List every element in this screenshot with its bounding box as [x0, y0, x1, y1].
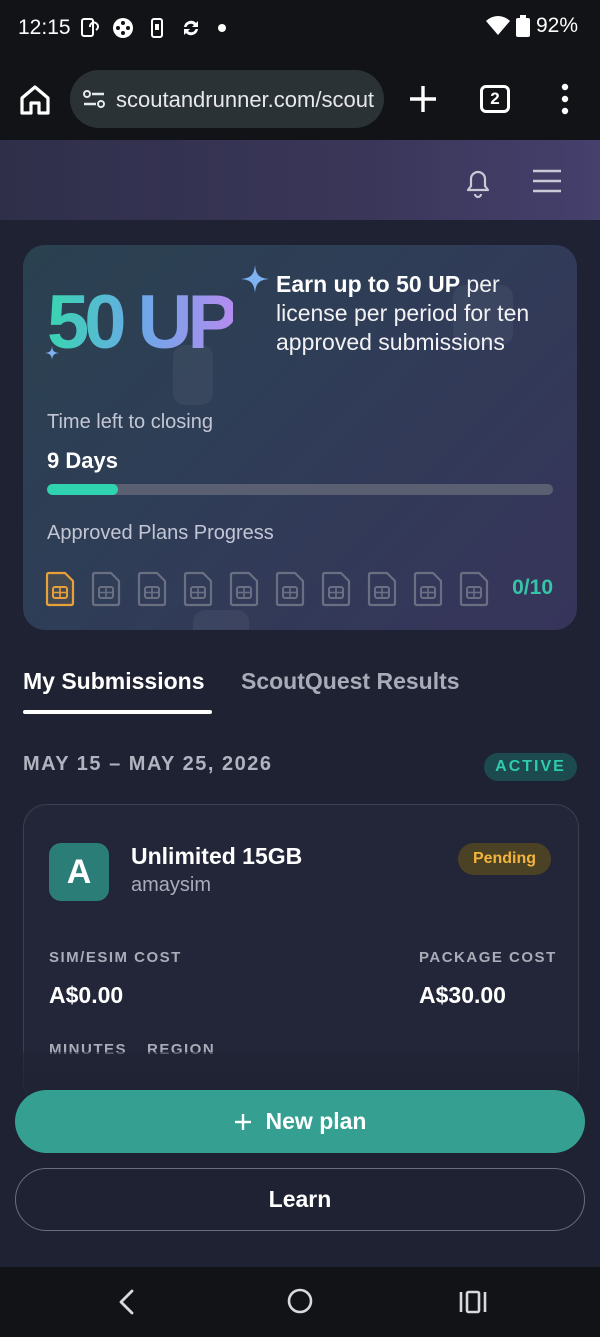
bottom-fade-overlay [0, 1052, 600, 1267]
hamburger-menu-icon[interactable] [530, 167, 564, 195]
promo-headline: Earn up to 50 UP per license per period … [276, 270, 566, 357]
browser-toolbar: scoutandrunner.com/scout 2 [0, 58, 600, 140]
sim-cost-value: A$0.00 [49, 982, 124, 1008]
promo-card: 50 UP Earn up to 50 UP per license per p… [23, 245, 577, 630]
promo-headline-bold: Earn up to 50 UP [276, 271, 461, 297]
notification-dot-icon [218, 24, 226, 32]
sim-slot-empty-icon [321, 571, 351, 607]
recent-apps-icon[interactable] [458, 1289, 488, 1315]
address-bar[interactable]: scoutandrunner.com/scout [70, 70, 384, 128]
home-icon[interactable] [18, 84, 52, 116]
approved-plans-label: Approved Plans Progress [47, 522, 274, 544]
new-plan-label: New plan [265, 1108, 367, 1134]
package-cost-label: PACKAGE COST [419, 949, 557, 966]
battery-percent: 92% [535, 14, 578, 37]
sync-icon [184, 20, 198, 36]
time-left-label: Time left to closing [47, 411, 213, 433]
time-progress-bar [47, 484, 553, 495]
sim-slot-empty-icon [413, 571, 443, 607]
status-badge: ACTIVE [484, 753, 577, 781]
sparkle-icon [241, 265, 269, 293]
back-icon[interactable] [114, 1287, 140, 1317]
tab-scoutquest-results[interactable]: ScoutQuest Results [241, 668, 460, 695]
status-notification-icons [78, 17, 226, 39]
period-date-range: MAY 15 – MAY 25, 2026 [23, 753, 273, 775]
site-settings-icon[interactable] [82, 87, 106, 111]
tab-switcher-button[interactable]: 2 [480, 85, 510, 113]
plan-name: Unlimited 15GB [131, 843, 303, 869]
sim-slot-empty-icon [275, 571, 305, 607]
tab-my-submissions[interactable]: My Submissions [23, 668, 204, 695]
plan-provider: amaysim [131, 874, 212, 896]
sim-progress-row [45, 571, 489, 607]
home-circle-icon[interactable] [286, 1287, 314, 1315]
plus-icon [234, 1113, 251, 1130]
promo-background-decor [193, 610, 249, 630]
provider-avatar: A [49, 843, 109, 901]
package-cost-value: A$30.00 [419, 982, 506, 1008]
wifi-icon [485, 16, 510, 35]
browser-menu-icon[interactable] [558, 82, 572, 116]
battery-icon [515, 15, 530, 37]
url-text[interactable]: scoutandrunner.com/scout [116, 87, 374, 113]
approved-count: 0/10 [512, 576, 553, 599]
new-plan-button[interactable]: New plan [15, 1090, 585, 1153]
phone-sync-icon [81, 18, 99, 37]
sim-slot-empty-icon [229, 571, 259, 607]
pending-badge: Pending [458, 843, 551, 875]
device-icon [151, 18, 163, 38]
sim-cost-label: SIM/ESIM COST [49, 949, 182, 966]
sim-slot-empty-icon [137, 571, 167, 607]
system-nav-bar [0, 1267, 600, 1337]
new-tab-icon[interactable] [406, 82, 440, 116]
sim-slot-empty-icon [183, 571, 213, 607]
sim-slot-filled-icon [45, 571, 75, 607]
sim-slot-empty-icon [459, 571, 489, 607]
site-header [0, 140, 600, 220]
status-bar: 12:15 92% [0, 0, 600, 58]
learn-button[interactable]: Learn [15, 1168, 585, 1231]
status-right-group: 92% [485, 14, 578, 38]
sim-slot-empty-icon [367, 571, 397, 607]
status-time: 12:15 [18, 16, 71, 39]
promo-big-value: 50 UP [47, 280, 238, 365]
time-progress-fill [47, 484, 118, 495]
days-left: 9 Days [47, 448, 118, 473]
sim-slot-empty-icon [91, 571, 121, 607]
gamepad-icon [113, 18, 133, 38]
active-tab-indicator [23, 710, 212, 714]
bell-icon[interactable] [460, 164, 496, 200]
